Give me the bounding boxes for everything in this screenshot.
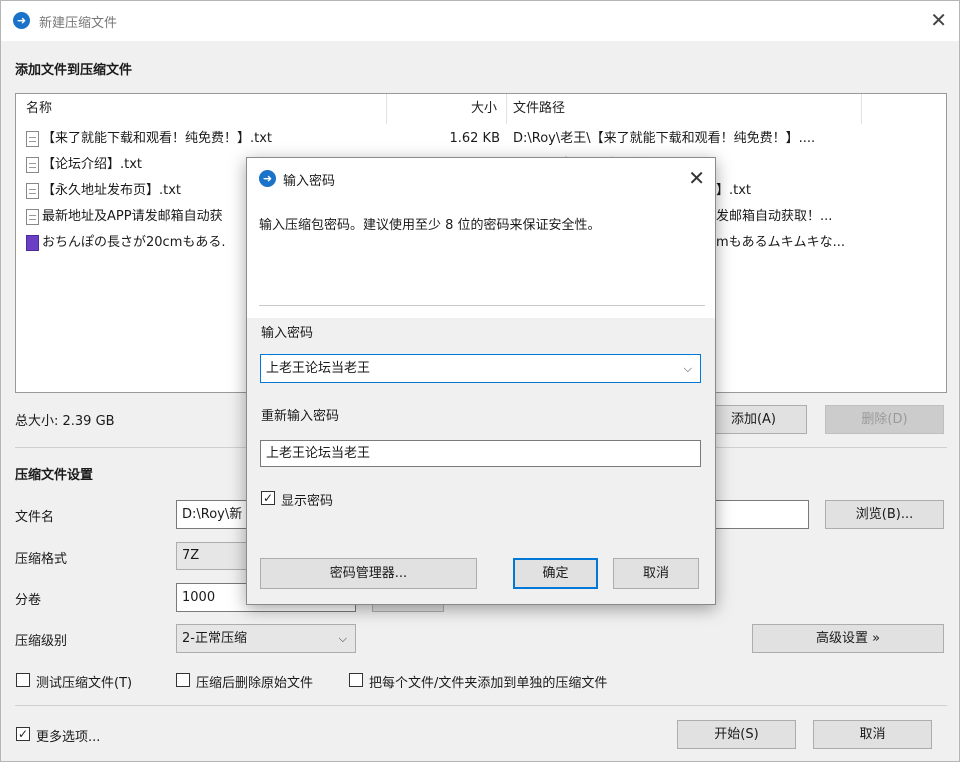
dialog-cancel-button[interactable]: 取消 [613, 558, 699, 589]
start-button[interactable]: 开始(S) [677, 720, 796, 749]
file-path: 发邮箱自动获取！... [716, 209, 833, 224]
column-header-name[interactable]: 名称 [26, 94, 52, 124]
level-value: 2-正常压缩 [182, 631, 247, 646]
browse-button[interactable]: 浏览(B)... [825, 500, 944, 529]
file-size: 1.62 KB [449, 131, 500, 146]
password-label: 输入密码 [261, 326, 314, 341]
column-divider[interactable] [506, 94, 507, 124]
file-row[interactable]: 【来了就能下载和观看！纯免费！】.txt 1.62 KB D:\Roy\老王\【… [16, 126, 946, 152]
level-select[interactable]: 2-正常压缩 ⌵ [176, 624, 356, 653]
test-archive-label[interactable]: 测试压缩文件(T) [36, 672, 132, 691]
column-header-size[interactable]: 大小 [471, 94, 497, 124]
video-file-icon [26, 235, 39, 251]
format-label: 压缩格式 [15, 552, 68, 567]
separate-archives-label[interactable]: 把每个文件/文件夹添加到单独的压缩文件 [369, 672, 607, 691]
format-value: 7Z [182, 548, 200, 563]
file-path: mもあるムキムキな... [716, 235, 846, 250]
total-size: 总大小: 2.39 GB [15, 414, 115, 429]
more-options-checkbox[interactable]: ✓ [16, 727, 30, 741]
text-file-icon [26, 209, 39, 225]
window-title: 新建压缩文件 [39, 16, 118, 31]
delete-after-checkbox[interactable] [176, 673, 190, 687]
column-divider[interactable] [386, 94, 387, 124]
divider [15, 705, 947, 706]
archive-settings-header: 压缩文件设置 [15, 468, 94, 483]
column-header-path[interactable]: 文件路径 [513, 94, 565, 124]
text-file-icon [26, 131, 39, 147]
password-dialog: ➜ 输入密码 ✕ 输入压缩包密码。建议使用至少 8 位的密码来保证安全性。 输入… [246, 157, 716, 605]
delete-button[interactable]: 删除(D) [825, 405, 944, 434]
delete-after-label[interactable]: 压缩后删除原始文件 [196, 672, 313, 691]
advanced-settings-button[interactable]: 高级设置 » [752, 624, 944, 653]
divider [259, 305, 705, 306]
show-password-label[interactable]: 显示密码 [281, 490, 333, 509]
column-divider[interactable] [861, 94, 862, 124]
level-label: 压缩级别 [15, 634, 68, 649]
dialog-title-bar: ➜ 输入密码 ✕ [247, 158, 715, 198]
more-options-label[interactable]: 更多选项... [36, 726, 100, 745]
text-file-icon [26, 183, 39, 199]
cancel-button[interactable]: 取消 [813, 720, 932, 749]
add-files-header: 添加文件到压缩文件 [15, 63, 133, 78]
dialog-title: 输入密码 [283, 174, 336, 189]
file-path: D:\Roy\老王\【来了就能下载和观看！纯免费！】.... [513, 131, 816, 146]
password-input[interactable]: 上老王论坛当老王 ⌵ [260, 354, 701, 383]
add-button[interactable]: 添加(A) [700, 405, 807, 434]
file-name: 【来了就能下载和观看！纯免费！】.txt [42, 131, 273, 146]
close-icon[interactable]: ✕ [688, 168, 705, 188]
dialog-description: 输入压缩包密码。建议使用至少 8 位的密码来保证安全性。 [259, 218, 601, 233]
chevron-down-icon: ⌵ [338, 632, 347, 645]
file-path: 】.txt [716, 183, 752, 198]
confirm-password-label: 重新输入密码 [261, 409, 340, 424]
close-icon[interactable]: ✕ [930, 10, 947, 30]
ok-button[interactable]: 确定 [513, 558, 598, 589]
app-logo-icon: ➜ [13, 12, 30, 29]
confirm-password-input[interactable]: 上老王论坛当老王 [260, 440, 701, 467]
dialog-description-area: 输入压缩包密码。建议使用至少 8 位的密码来保证安全性。 [247, 198, 715, 318]
text-file-icon [26, 157, 39, 173]
test-archive-checkbox[interactable] [16, 673, 30, 687]
title-bar: ➜ 新建压缩文件 ✕ [1, 1, 959, 41]
show-password-checkbox[interactable]: ✓ [261, 491, 275, 505]
password-manager-button[interactable]: 密码管理器... [260, 558, 477, 589]
password-value: 上老王论坛当老王 [266, 361, 371, 376]
volume-label: 分卷 [15, 593, 42, 608]
app-logo-icon: ➜ [259, 170, 276, 187]
filename-label: 文件名 [15, 510, 55, 525]
chevron-down-icon[interactable]: ⌵ [684, 355, 692, 382]
separate-archives-checkbox[interactable] [349, 673, 363, 687]
